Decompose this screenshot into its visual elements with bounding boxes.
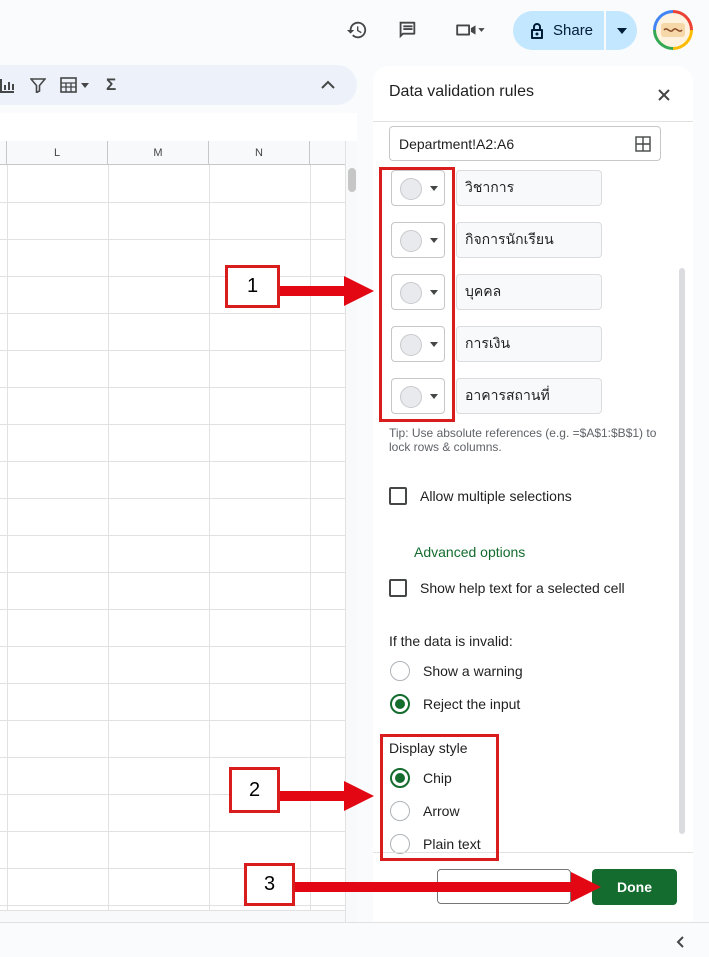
table-view-icon[interactable] (60, 73, 92, 97)
dropdown-item-input[interactable]: บุคคล (456, 274, 602, 310)
invalid-option-reject[interactable]: Reject the input (390, 693, 520, 715)
annotation-box-items (379, 167, 455, 422)
filter-icon[interactable] (30, 73, 46, 97)
reject-radio[interactable] (390, 694, 410, 714)
show-help-text-row[interactable]: Show help text for a selected cell (389, 578, 625, 598)
annotation-arrowhead-1 (344, 276, 374, 306)
grid-row-line (0, 239, 345, 240)
reject-label: Reject the input (423, 696, 521, 712)
annotation-arrow-2 (280, 791, 346, 801)
header-divider (373, 121, 693, 122)
dropdown-item-input[interactable]: การเงิน (456, 326, 602, 362)
grid-row-line (0, 831, 345, 832)
panel-title: Data validation rules (389, 83, 534, 100)
invalid-option-warning[interactable]: Show a warning (390, 660, 523, 682)
scroll-thumb[interactable] (348, 168, 356, 192)
panel-scrollbar[interactable] (679, 268, 685, 834)
chevron-left-icon[interactable] (675, 935, 685, 953)
avatar[interactable] (653, 10, 693, 50)
grid-row-line (0, 757, 345, 758)
allow-multiple-row[interactable]: Allow multiple selections (389, 486, 572, 506)
close-icon[interactable] (652, 83, 676, 107)
column-header-m[interactable]: M (108, 141, 209, 165)
share-dropdown-button[interactable] (606, 11, 637, 50)
grid-row-line (0, 572, 345, 573)
grid-row-line (0, 535, 345, 536)
annotation-label-1: 1 (225, 265, 280, 308)
grid-select-icon[interactable] (635, 136, 651, 152)
dropdown-item-input[interactable]: กิจการนักเรียน (456, 222, 602, 258)
annotation-label-3: 3 (244, 863, 295, 906)
grid-row-line (0, 683, 345, 684)
grid-row-line (0, 276, 345, 277)
annotation-arrow-3 (295, 882, 573, 892)
annotation-box-display-style (380, 734, 499, 861)
top-bar: Share (0, 0, 709, 62)
video-camera-icon[interactable] (448, 15, 492, 45)
sigma-icon[interactable]: Σ (106, 73, 116, 97)
caret-down-icon (616, 27, 627, 34)
avatar-image (656, 13, 690, 47)
dropdown-item-input[interactable]: อาคารสถานที่ (456, 378, 602, 414)
app-root: Share Σ L M N Data validation rules Depa… (0, 0, 709, 957)
column-header-partial (0, 141, 7, 165)
share-button-group: Share (513, 11, 637, 50)
grid-row-line (0, 350, 345, 351)
grid-row-line (0, 461, 345, 462)
column-header-row: L M N (0, 141, 345, 165)
show-help-text-label: Show help text for a selected cell (420, 580, 625, 596)
invalid-data-label: If the data is invalid: (389, 633, 513, 649)
lock-icon (531, 22, 543, 39)
grid-row-line (0, 387, 345, 388)
share-label: Share (553, 22, 594, 39)
chevron-up-icon[interactable] (321, 73, 335, 97)
column-header-n[interactable]: N (209, 141, 310, 165)
grid-row-line (0, 609, 345, 610)
grid-row-line (0, 424, 345, 425)
annotation-arrow-1 (280, 286, 346, 296)
share-button[interactable]: Share (513, 11, 604, 50)
tip-text: Tip: Use absolute references (e.g. =$A$1… (389, 426, 657, 454)
chart-icon[interactable] (0, 73, 14, 97)
grid-row-line (0, 202, 345, 203)
range-value: Department!A2:A6 (399, 135, 515, 152)
warning-label: Show a warning (423, 663, 523, 679)
sheet-toolbar: Σ (0, 65, 357, 105)
range-input[interactable]: Department!A2:A6 (389, 126, 661, 161)
done-button[interactable]: Done (592, 869, 677, 905)
bottom-bar (0, 922, 709, 957)
grid-row-line (0, 498, 345, 499)
grid-row-line (0, 720, 345, 721)
allow-multiple-checkbox[interactable] (389, 487, 407, 505)
allow-multiple-label: Allow multiple selections (420, 488, 572, 504)
annotation-arrowhead-2 (344, 781, 374, 811)
history-icon[interactable] (342, 15, 372, 45)
annotation-label-2: 2 (229, 767, 280, 813)
dropdown-item-input[interactable]: วิชาการ (456, 170, 602, 206)
horizontal-scrollbar[interactable] (0, 910, 345, 922)
column-header-l[interactable]: L (7, 141, 108, 165)
warning-radio[interactable] (390, 661, 410, 681)
annotation-arrowhead-3 (571, 872, 601, 902)
show-help-text-checkbox[interactable] (389, 579, 407, 597)
grid-row-line (0, 313, 345, 314)
advanced-options-link[interactable]: Advanced options (414, 544, 525, 560)
grid-row-line (0, 646, 345, 647)
comment-icon[interactable] (392, 15, 422, 45)
